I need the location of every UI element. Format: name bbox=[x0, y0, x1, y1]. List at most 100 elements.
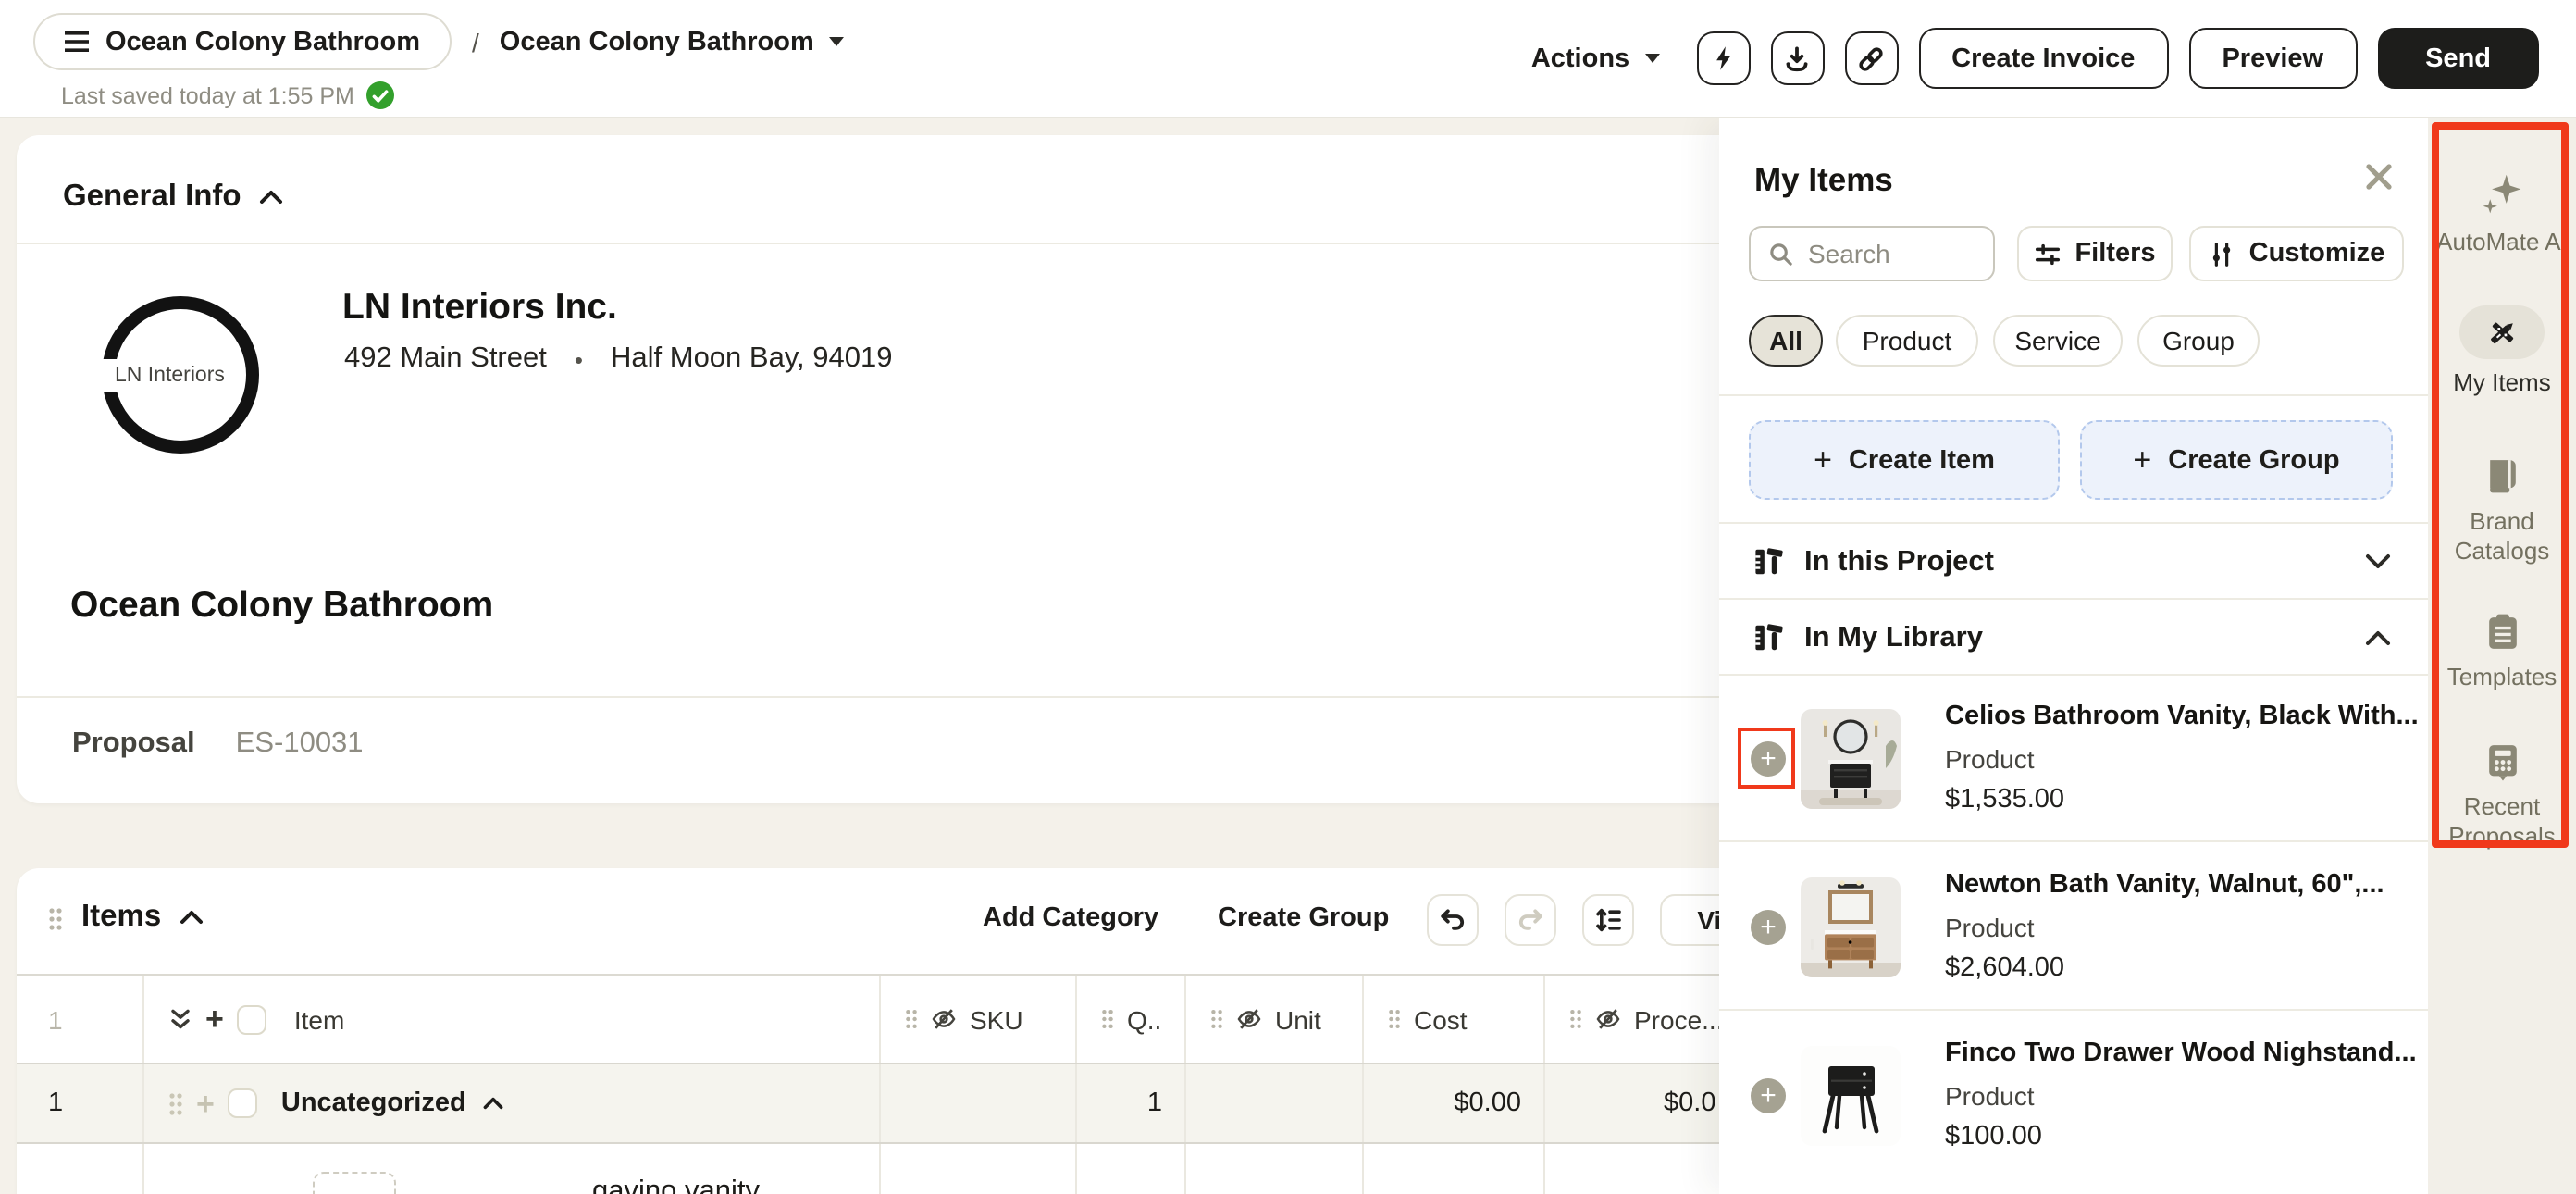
column-qty[interactable]: Q.. bbox=[1077, 976, 1186, 1063]
sidebar-item-my-items[interactable]: My Items bbox=[2428, 305, 2576, 398]
create-group-button[interactable]: Create Group bbox=[1218, 903, 1389, 933]
redo-button[interactable] bbox=[1505, 894, 1556, 946]
filter-pill-group[interactable]: Group bbox=[2137, 315, 2260, 367]
create-group-button[interactable]: + Create Group bbox=[2080, 420, 2393, 500]
undo-button[interactable] bbox=[1427, 894, 1479, 946]
items-section-toggle[interactable]: Items bbox=[81, 900, 204, 935]
divider bbox=[1719, 598, 2428, 600]
close-panel-button[interactable] bbox=[2365, 163, 2393, 191]
sidebar-item-label: Recent Proposals bbox=[2448, 792, 2556, 850]
document-dropdown[interactable]: Ocean Colony Bathroom bbox=[500, 27, 844, 56]
sidebar-item-recent-proposals[interactable]: Recent Proposals bbox=[2428, 740, 2576, 852]
add-to-project-button[interactable]: + bbox=[1751, 909, 1786, 944]
preview-label: Preview bbox=[2222, 44, 2324, 73]
eye-off-icon bbox=[1237, 1009, 1261, 1029]
add-item-icon[interactable]: + bbox=[196, 1088, 215, 1119]
send-button[interactable]: Send bbox=[2377, 28, 2539, 89]
item-title: Newton Bath Vanity, Walnut, 60",... bbox=[1945, 870, 2384, 900]
filters-button[interactable]: Filters bbox=[2017, 226, 2173, 281]
items-section-title: Items bbox=[81, 900, 162, 933]
category-toggle[interactable]: Uncategorized bbox=[281, 1088, 503, 1118]
item-type: Product bbox=[1945, 913, 2035, 942]
item-price: $2,604.00 bbox=[1945, 953, 2065, 983]
address-city: Half Moon Bay, 94019 bbox=[611, 342, 893, 374]
row-checkbox[interactable] bbox=[227, 1088, 257, 1118]
column-unit[interactable]: Unit bbox=[1186, 976, 1364, 1063]
sidebar-item-templates[interactable]: Templates bbox=[2428, 611, 2576, 692]
divider bbox=[1719, 1009, 2428, 1011]
filter-pill-service[interactable]: Service bbox=[1993, 315, 2123, 367]
item-title: Celios Bathroom Vanity, Black With... bbox=[1945, 702, 2419, 731]
create-invoice-button[interactable]: Create Invoice bbox=[1918, 28, 2169, 89]
company-logo: LN Interiors bbox=[98, 296, 259, 454]
row-sku-cell[interactable] bbox=[881, 1064, 1077, 1142]
row-cost-cell[interactable]: $0.00 bbox=[1364, 1064, 1545, 1142]
company-logo-text: LN Interiors bbox=[98, 358, 238, 392]
chevron-up-icon bbox=[260, 191, 283, 204]
plus-icon: + bbox=[2133, 442, 2152, 477]
filters-label: Filters bbox=[2074, 239, 2156, 268]
chevron-up-icon bbox=[180, 911, 204, 924]
actions-dropdown[interactable]: Actions bbox=[1531, 44, 1660, 73]
document-title: Ocean Colony Bathroom bbox=[70, 585, 494, 626]
sidebar-item-automate-ai[interactable]: AutoMate AI bbox=[2428, 170, 2576, 257]
item-price: $1,535.00 bbox=[1945, 785, 2065, 815]
download-button[interactable] bbox=[1770, 31, 1825, 85]
column-label-qty: Q.. bbox=[1127, 1004, 1162, 1034]
address-separator: • bbox=[574, 345, 583, 373]
customize-button[interactable]: Customize bbox=[2189, 226, 2404, 281]
column-sku[interactable]: SKU bbox=[881, 976, 1077, 1063]
library-item[interactable]: + Newton Bath Vanity, Walnut, 60",... Pr… bbox=[1719, 844, 2428, 1009]
drag-handle-icon bbox=[906, 1010, 917, 1028]
add-to-project-button[interactable]: + bbox=[1751, 740, 1786, 776]
divider bbox=[1719, 840, 2428, 842]
section-label: In this Project bbox=[1804, 545, 1994, 577]
item-price: $100.00 bbox=[1945, 1122, 2042, 1151]
filter-pill-product[interactable]: Product bbox=[1836, 315, 1978, 367]
filters-icon bbox=[2036, 243, 2061, 265]
hamburger-icon bbox=[65, 31, 89, 52]
quick-actions-button[interactable] bbox=[1696, 31, 1751, 85]
item-type: Product bbox=[1945, 1081, 2035, 1111]
drag-handle-icon bbox=[1389, 1010, 1400, 1028]
pill-label: Service bbox=[2014, 326, 2101, 355]
breadcrumb: Ocean Colony Bathroom / Ocean Colony Bat… bbox=[33, 13, 844, 70]
item-type: Product bbox=[1945, 744, 2035, 774]
plus-icon: + bbox=[1814, 442, 1832, 477]
item-thumbnail-celios bbox=[1801, 708, 1901, 808]
create-item-button[interactable]: + Create Item bbox=[1749, 420, 2060, 500]
row-item-cell: gavino vanity bbox=[144, 1144, 881, 1194]
content-area: General Info LN Interiors LN Interiors I… bbox=[0, 118, 2576, 1194]
drag-handle-icon[interactable] bbox=[48, 907, 63, 931]
add-row-icon[interactable]: + bbox=[205, 1003, 224, 1035]
section-in-my-library[interactable]: In My Library bbox=[1719, 602, 2428, 674]
row-height-button[interactable] bbox=[1582, 894, 1634, 946]
address-street: 492 Main Street bbox=[344, 342, 547, 374]
divider bbox=[1719, 522, 2428, 524]
select-all-checkbox[interactable] bbox=[236, 1004, 266, 1034]
column-item[interactable]: + Item bbox=[144, 976, 881, 1063]
undo-icon bbox=[1441, 909, 1465, 930]
row-qty-cell[interactable]: 1 bbox=[1077, 1064, 1186, 1142]
copy-link-button[interactable] bbox=[1844, 31, 1899, 85]
divider bbox=[1719, 394, 2428, 396]
general-info-header[interactable]: General Info bbox=[63, 180, 284, 215]
breadcrumb-separator: / bbox=[472, 27, 479, 56]
preview-button[interactable]: Preview bbox=[2188, 28, 2358, 89]
library-item[interactable]: + Finco Two Drawer Wood Nighstand... Pro… bbox=[1719, 1013, 2428, 1177]
chevron-down-icon bbox=[828, 37, 844, 46]
drag-handle-icon[interactable] bbox=[168, 1091, 183, 1115]
row-unit-cell[interactable] bbox=[1186, 1064, 1364, 1142]
section-in-this-project[interactable]: In this Project bbox=[1719, 526, 2428, 598]
library-item[interactable]: + Celios Bathroom Vanity, Black With... … bbox=[1719, 676, 2428, 840]
filter-pill-all[interactable]: All bbox=[1749, 315, 1823, 367]
add-to-project-button[interactable]: + bbox=[1751, 1077, 1786, 1113]
item-image-placeholder[interactable] bbox=[313, 1172, 396, 1194]
item-name: gavino vanity bbox=[592, 1175, 760, 1194]
search-input[interactable] bbox=[1808, 239, 1975, 268]
sidebar-item-brand-catalogs[interactable]: Brand Catalogs bbox=[2428, 455, 2576, 566]
project-menu-button[interactable]: Ocean Colony Bathroom bbox=[33, 13, 452, 70]
add-category-button[interactable]: Add Category bbox=[983, 903, 1158, 933]
column-cost[interactable]: Cost bbox=[1364, 976, 1545, 1063]
general-info-title: General Info bbox=[63, 180, 242, 213]
